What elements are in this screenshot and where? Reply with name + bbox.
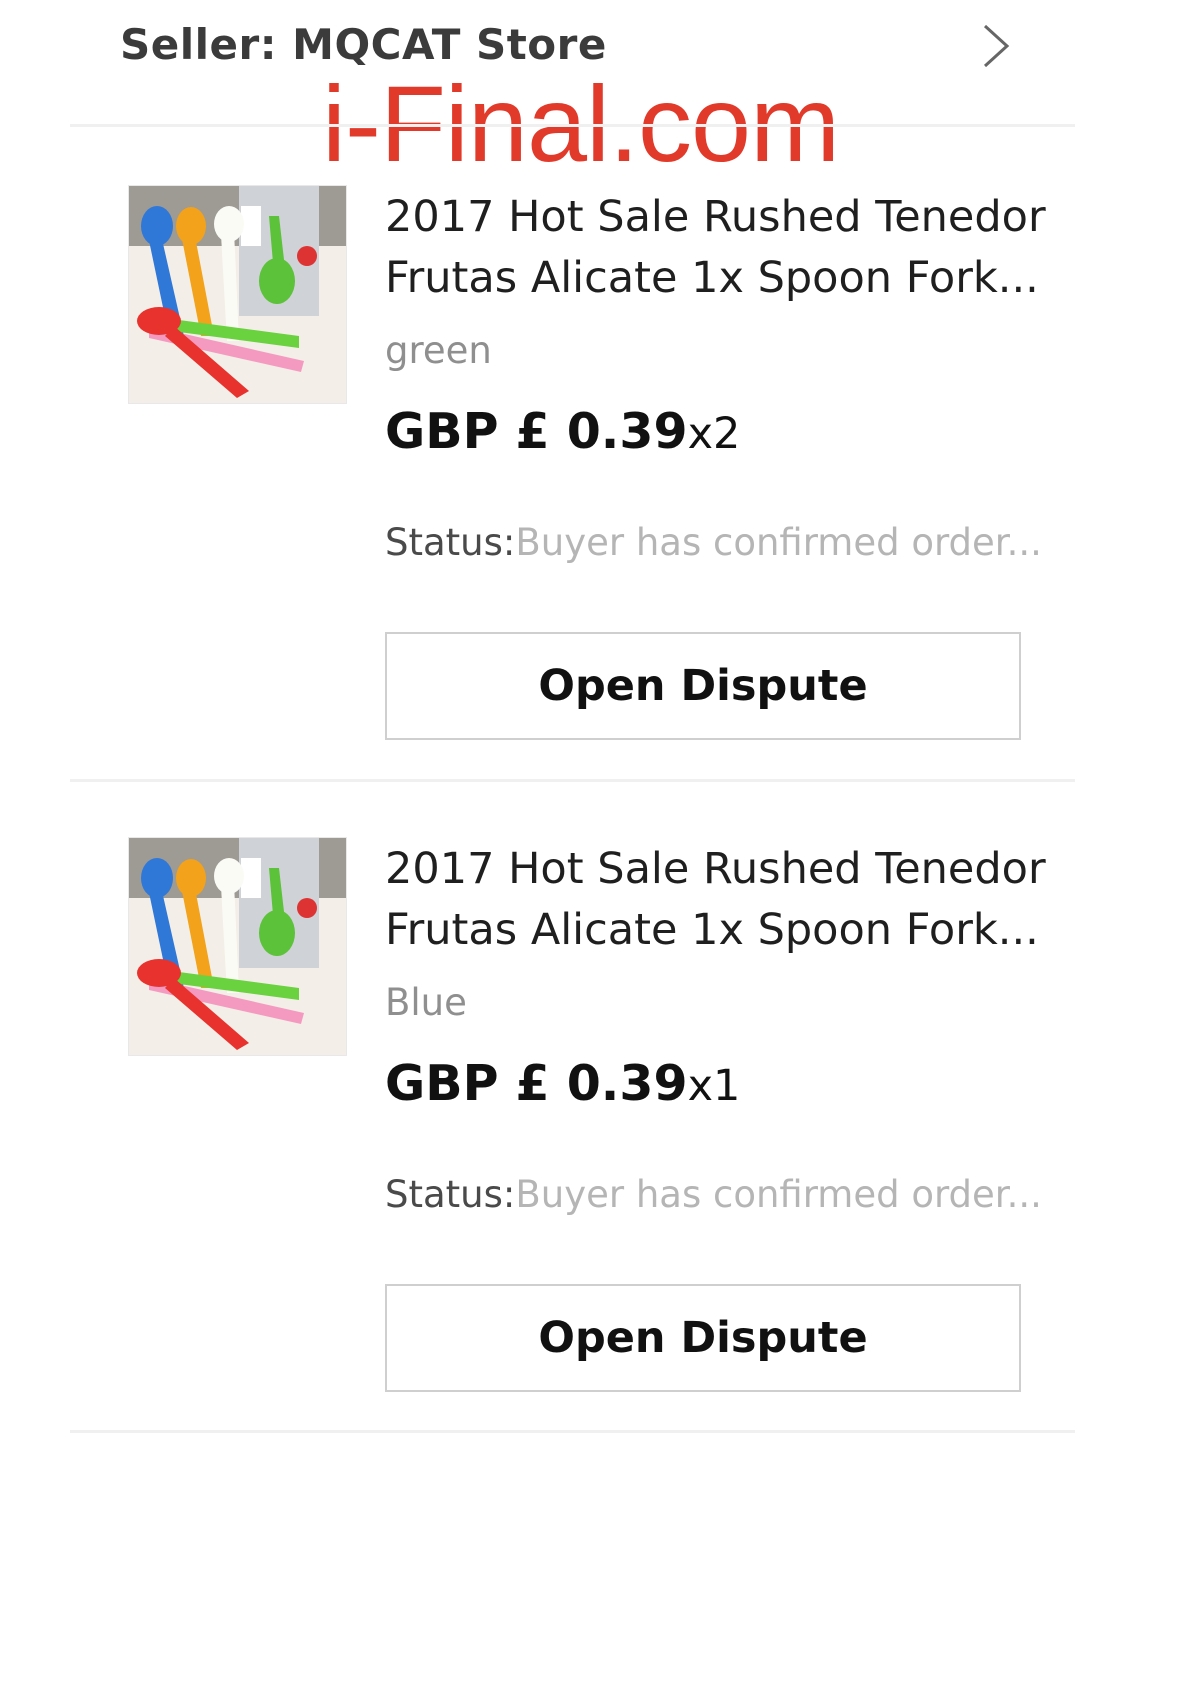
product-title-line: 2017 Hot Sale Rushed Tenedor [385, 844, 1046, 894]
product-price: GBP £ 0.39x2 [385, 403, 740, 460]
order-item: 2017 Hot Sale Rushed Tenedor Frutas Alic… [0, 837, 1201, 1437]
status-value: Buyer has confirmed order... [515, 521, 1042, 564]
chevron-right-icon[interactable] [975, 22, 1015, 70]
product-title-line: Frutas Alicate 1x Spoon Fork... [385, 905, 1039, 955]
status-value: Buyer has confirmed order... [515, 1173, 1042, 1216]
product-thumbnail[interactable] [128, 837, 347, 1056]
order-item: 2017 Hot Sale Rushed Tenedor Frutas Alic… [0, 185, 1201, 785]
product-variant: green [385, 329, 492, 372]
product-title[interactable]: 2017 Hot Sale Rushed Tenedor Frutas Alic… [385, 839, 1046, 961]
divider [70, 124, 1075, 127]
product-title[interactable]: 2017 Hot Sale Rushed Tenedor Frutas Alic… [385, 187, 1046, 309]
divider [70, 1430, 1075, 1433]
price-value: GBP £ 0.39 [385, 1055, 688, 1112]
open-dispute-button[interactable]: Open Dispute [385, 632, 1021, 740]
divider [70, 779, 1075, 782]
open-dispute-button[interactable]: Open Dispute [385, 1284, 1021, 1392]
status-label: Status: [385, 1173, 516, 1216]
product-title-line: 2017 Hot Sale Rushed Tenedor [385, 192, 1046, 242]
seller-name: Seller: MQCAT Store [120, 20, 607, 69]
price-value: GBP £ 0.39 [385, 403, 688, 460]
order-status: Status:Buyer has confirmed order... [385, 1173, 1042, 1216]
quantity: x1 [687, 1061, 741, 1111]
status-label: Status: [385, 521, 516, 564]
product-thumbnail[interactable] [128, 185, 347, 404]
order-status: Status:Buyer has confirmed order... [385, 521, 1042, 564]
product-price: GBP £ 0.39x1 [385, 1055, 740, 1112]
quantity: x2 [687, 409, 741, 459]
product-variant: Blue [385, 981, 467, 1024]
product-title-line: Frutas Alicate 1x Spoon Fork... [385, 253, 1039, 303]
